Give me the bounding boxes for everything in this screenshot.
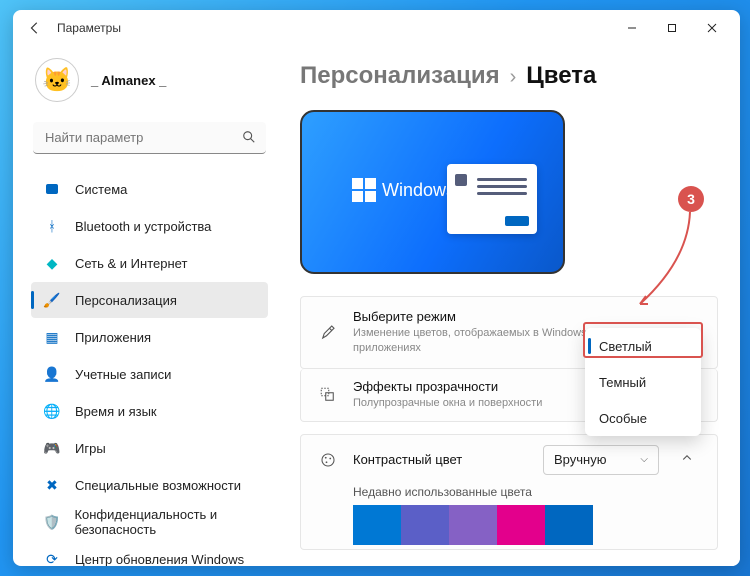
nav-item-bluetooth[interactable]: ᚼ Bluetooth и устройства <box>31 208 268 244</box>
settings-window: Параметры 🐱 _ Almanex _ Система ᚼ Bluetoo… <box>13 10 740 566</box>
expand-button[interactable] <box>673 452 701 467</box>
time-icon: 🌐 <box>43 402 61 420</box>
minimize-button[interactable] <box>612 12 652 44</box>
annotation-arrow <box>632 210 694 310</box>
search-input[interactable] <box>33 122 266 154</box>
color-swatch[interactable] <box>353 505 401 545</box>
apps-icon: ▦ <box>43 328 61 346</box>
windows-logo: Windows <box>352 178 455 202</box>
system-icon <box>43 180 61 198</box>
nav-item-network[interactable]: ◆ Сеть & и Интернет <box>31 245 268 281</box>
annotation-badge: 3 <box>678 186 704 212</box>
color-swatch[interactable] <box>497 505 545 545</box>
privacy-icon: 🛡️ <box>43 513 60 531</box>
nav-item-system[interactable]: Система <box>31 171 268 207</box>
update-icon: ⟳ <box>43 550 61 566</box>
nav-item-personalization[interactable]: 🖌️ Персонализация <box>31 282 268 318</box>
preview-window-card <box>447 164 537 234</box>
search-box <box>33 122 266 154</box>
nav-label: Сеть & и Интернет <box>75 256 187 271</box>
mode-option-light[interactable]: Светлый <box>585 328 701 364</box>
nav-item-gaming[interactable]: 🎮 Игры <box>31 430 268 466</box>
nav-label: Система <box>75 182 127 197</box>
nav-label: Конфиденциальность и безопасность <box>74 507 260 537</box>
nav-item-apps[interactable]: ▦ Приложения <box>31 319 268 355</box>
color-swatch[interactable] <box>401 505 449 545</box>
accent-title: Контрастный цвет <box>353 452 533 467</box>
mode-dropdown-menu: Светлый Темный Особые <box>585 328 701 436</box>
accent-color-section: Контрастный цвет Вручную ⌵ Недавно испол… <box>300 434 718 550</box>
breadcrumb-parent[interactable]: Персонализация <box>300 62 500 90</box>
nav-label: Центр обновления Windows <box>75 552 244 567</box>
desktop-preview: Windows <box>300 110 565 274</box>
nav-label: Игры <box>75 441 106 456</box>
sidebar: 🐱 _ Almanex _ Система ᚼ Bluetooth и устро… <box>13 46 278 566</box>
network-icon: ◆ <box>43 254 61 272</box>
bluetooth-icon: ᚼ <box>43 217 61 235</box>
mode-title: Выберите режим <box>353 309 691 324</box>
nav-item-accessibility[interactable]: ✖ Специальные возможности <box>31 467 268 503</box>
nav-label: Приложения <box>75 330 151 345</box>
nav-item-update[interactable]: ⟳ Центр обновления Windows <box>31 541 268 566</box>
recent-colors-label: Недавно использованные цвета <box>353 485 701 499</box>
window-controls <box>612 12 732 44</box>
nav-label: Bluetooth и устройства <box>75 219 211 234</box>
breadcrumb: Персонализация › Цвета <box>300 62 718 90</box>
back-button[interactable] <box>21 14 49 42</box>
recent-color-swatches <box>353 505 701 545</box>
chevron-down-icon: ⌵ <box>640 454 648 465</box>
accent-value: Вручную <box>554 452 606 467</box>
accounts-icon: 👤 <box>43 365 61 383</box>
accessibility-icon: ✖ <box>43 476 61 494</box>
window-title: Параметры <box>57 21 121 35</box>
avatar: 🐱 <box>35 58 79 102</box>
palette-icon <box>317 449 339 471</box>
nav-item-privacy[interactable]: 🛡️ Конфиденциальность и безопасность <box>31 504 268 540</box>
chevron-right-icon: › <box>510 66 517 89</box>
color-swatch[interactable] <box>449 505 497 545</box>
nav-label: Специальные возможности <box>75 478 241 493</box>
search-icon <box>242 130 256 147</box>
profile[interactable]: 🐱 _ Almanex _ <box>31 50 268 118</box>
gaming-icon: 🎮 <box>43 439 61 457</box>
maximize-button[interactable] <box>652 12 692 44</box>
nav-label: Время и язык <box>75 404 157 419</box>
brush-icon <box>317 321 339 343</box>
close-button[interactable] <box>692 12 732 44</box>
nav-item-accounts[interactable]: 👤 Учетные записи <box>31 356 268 392</box>
nav-item-time[interactable]: 🌐 Время и язык <box>31 393 268 429</box>
personalization-icon: 🖌️ <box>43 291 61 309</box>
page-title: Цвета <box>526 62 596 90</box>
nav-list: Система ᚼ Bluetooth и устройства ◆ Сеть & … <box>31 170 268 566</box>
nav-label: Учетные записи <box>75 367 171 382</box>
mode-option-dark[interactable]: Темный <box>585 364 701 400</box>
titlebar: Параметры <box>13 10 740 46</box>
brand-text: Windows <box>382 180 455 201</box>
username: _ Almanex _ <box>91 73 166 88</box>
color-swatch[interactable] <box>545 505 593 545</box>
accent-dropdown[interactable]: Вручную ⌵ <box>543 445 659 475</box>
transparency-icon <box>317 384 339 406</box>
nav-label: Персонализация <box>75 293 177 308</box>
mode-option-custom[interactable]: Особые <box>585 400 701 436</box>
